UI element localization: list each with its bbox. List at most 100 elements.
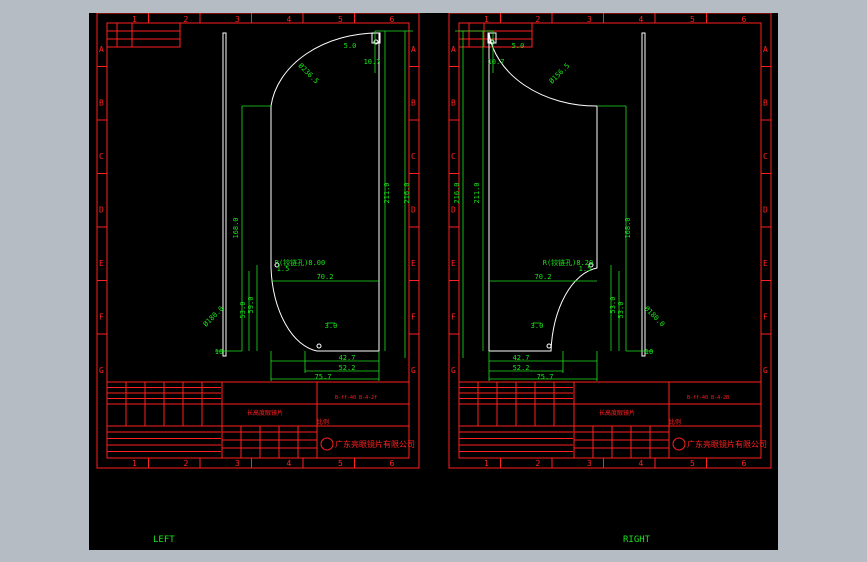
zone-letter-right: A [411,45,416,54]
dim-bottom-radius: Ø180.0 [202,305,226,329]
dim-small-gap: 3.0 [531,322,544,330]
dim-lower-h2: 53.0 [617,302,625,319]
title-drawing-number: B-ff-40 B-4-2f [335,395,377,401]
dim-base-w1: 42.7 [339,354,356,362]
zone-number-top: 3 [235,15,240,24]
dim-small-gap: 3.0 [325,322,338,330]
dim-base-w1: 42.7 [513,354,530,362]
zone-letter-right: B [763,99,768,108]
dim-top-radius: Ø236.5 [297,62,321,86]
zone-number-bottom: 6 [742,459,747,468]
dim-pin-size: 10 [215,348,223,356]
company-logo [320,437,334,451]
dim-mid-width: 70.2 [535,273,552,281]
dim-lower-h1: 53.0 [609,297,617,314]
zone-letter-right: C [763,152,768,161]
title-company: 广东亮眼镜片有限公司 [335,439,415,449]
lens-outline [488,32,598,352]
zone-letter-right: C [411,152,416,161]
bottom-hole [546,343,552,349]
title-sheet-label: 比例 [317,418,329,426]
zone-letter-right: B [411,99,416,108]
dim-notch-small: 1.5 [579,265,592,273]
dim-lower-h2: 53.0 [239,302,247,319]
zone-letter-left: D [99,206,104,215]
dim-inner-height: 211.0 [383,182,391,203]
zone-letter-left: C [99,152,104,161]
dim-overall-height: 216.0 [453,182,461,203]
dim-base-w3: 75.7 [537,373,554,381]
zone-letter-left: G [451,366,456,375]
zone-letter-left: D [451,206,456,215]
zone-number-bottom: 6 [390,459,395,468]
zone-number-bottom: 3 [587,459,592,468]
zone-number-top: 5 [338,15,343,24]
dim-top-offset: 5.0 [344,42,357,50]
zone-letter-right: A [763,45,768,54]
zone-number-top: 2 [184,15,189,24]
zone-number-top: 6 [390,15,395,24]
zone-letter-right: F [411,313,416,322]
zone-number-bottom: 4 [639,459,644,468]
dim-lower-h1: 59.0 [247,297,255,314]
zone-number-top: 6 [742,15,747,24]
dim-notch-small: 1.5 [277,265,290,273]
zone-letter-left: E [451,259,456,268]
title-part-name: 长高度眼镜片 [599,409,635,417]
zone-number-bottom: 5 [690,459,695,468]
dim-mid-width: 70.2 [317,273,334,281]
zone-letter-right: G [411,366,416,375]
zone-number-top: 2 [536,15,541,24]
zone-letter-left: F [451,313,456,322]
zone-letter-right: D [411,206,416,215]
title-sheet-label: 比例 [669,418,681,426]
cad-drawing: A A B B C C D D E E F F G G 1 1 2 2 3 3 4 4 5 5 6 6 长高度眼镜片 B-ff-40 … [96,13,772,545]
zone-letter-left: A [99,45,104,54]
bottom-hole [316,343,322,349]
zone-letter-left: C [451,152,456,161]
zone-letter-right: E [763,259,768,268]
title-part-name: 长高度眼镜片 [247,409,283,417]
dim-top-width: 10.7 [488,58,505,66]
dim-pin-size: 10 [645,348,653,356]
dim-base-w2: 52.2 [513,364,530,372]
cad-viewport[interactable]: A A B B C C D D E E F F G G 1 1 2 2 3 3 4 4 5 5 6 6 长高度眼镜片 B-ff-40 … [89,13,778,550]
zone-number-top: 4 [287,15,292,24]
zone-number-bottom: 4 [287,459,292,468]
zone-letter-right: F [763,313,768,322]
zone-number-bottom: 5 [338,459,343,468]
title-drawing-number: B-ff-40 B-4-2B [687,395,729,401]
zone-letter-left: B [99,99,104,108]
zone-letter-left: B [451,99,456,108]
zone-letter-left: F [99,313,104,322]
dim-top-offset: 5.0 [512,42,525,50]
zone-number-bottom: 2 [536,459,541,468]
zone-letter-right: D [763,206,768,215]
zone-number-top: 3 [587,15,592,24]
dim-flat-height: 168.0 [624,217,632,238]
zone-number-bottom: 2 [184,459,189,468]
sheet-caption-right: RIGHT [623,535,651,545]
dim-bottom-radius: Ø180.0 [643,305,667,329]
zone-letter-right: G [763,366,768,375]
dim-inner-height: 211.0 [473,182,481,203]
zone-letter-right: E [411,259,416,268]
revision-table [106,22,181,48]
zone-number-top: 5 [690,15,695,24]
pin-rod [222,32,227,357]
zone-number-top: 4 [639,15,644,24]
drawing-sheet-left: A AB BC CD DE EF FG G112233445566长高度眼镜片B-ff-40 … [96,13,420,545]
dim-overall-height: 216.0 [403,182,411,203]
zone-letter-left: E [99,259,104,268]
lens-outline [270,32,380,352]
zone-letter-left: A [451,45,456,54]
dim-top-radius: Ø156.5 [548,62,572,86]
zone-number-bottom: 1 [484,459,489,468]
dim-top-width: 10.7 [364,58,381,66]
zone-number-bottom: 3 [235,459,240,468]
drawing-sheet-right: A AB BC CD DE EF FG G112233445566长高度眼镜片B-ff-40 … [448,13,772,545]
dim-flat-height: 168.0 [232,217,240,238]
zone-letter-left: G [99,366,104,375]
company-logo [672,437,686,451]
sheet-caption-left: LEFT [153,535,175,545]
